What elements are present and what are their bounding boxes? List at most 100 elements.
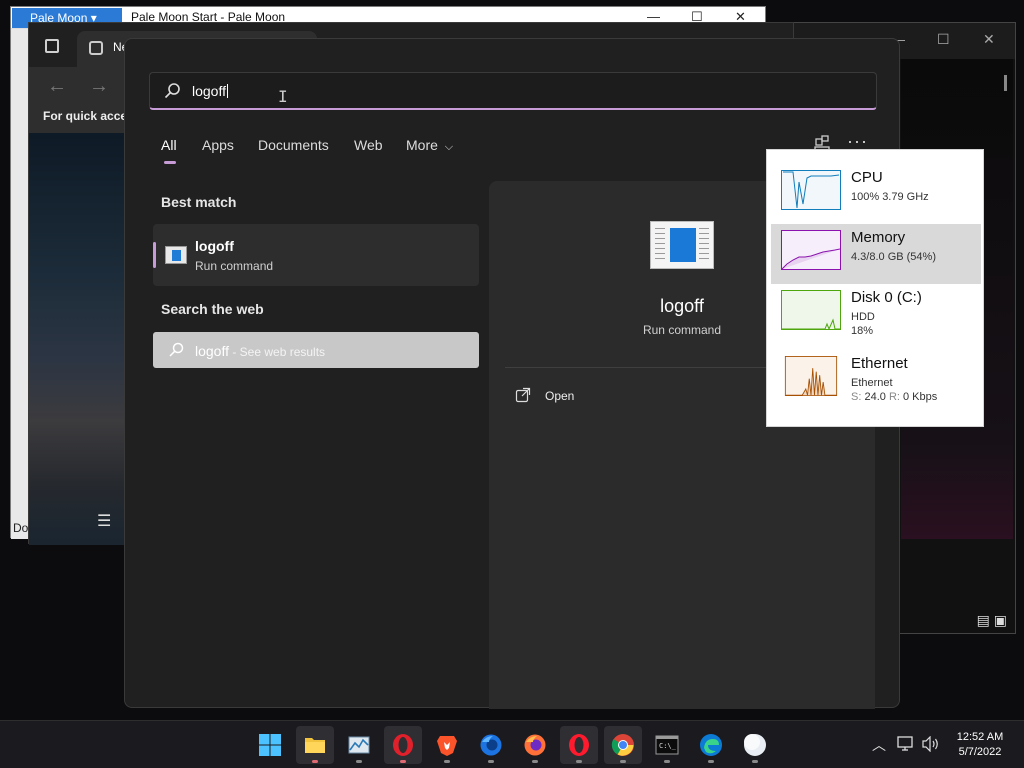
taskbar-brave[interactable] <box>428 726 466 764</box>
receive-label: R: <box>888 391 900 403</box>
best-match-subtitle: Run command <box>195 259 274 273</box>
selection-accent <box>153 242 156 268</box>
performance-summary-popup: CPU 100% 3.79 GHz Memory 4.3/8.0 GB (54%… <box>766 149 984 427</box>
text-cursor-icon: I <box>278 87 288 106</box>
web-result-suffix: - See web results <box>229 345 326 359</box>
opera-icon <box>393 734 413 756</box>
disk-graph <box>781 290 841 330</box>
maximize-icon[interactable]: ☐ <box>937 31 950 48</box>
ethernet-graph <box>784 356 838 396</box>
quick-access-text: For quick acces <box>43 109 134 123</box>
firefox-blue-icon <box>480 734 502 756</box>
open-label: Open <box>545 389 575 403</box>
send-value: 24.0 <box>861 391 889 403</box>
taskbar-opera-gx[interactable] <box>560 726 598 764</box>
perf-name: Ethernet <box>851 355 908 372</box>
pale-moon-icon <box>744 734 766 756</box>
running-indicator <box>356 760 362 763</box>
start-icon <box>259 734 281 756</box>
search-input[interactable]: logoff <box>192 83 228 99</box>
search-icon <box>164 83 180 99</box>
taskbar-task-manager[interactable] <box>340 726 378 764</box>
taskbar-edge[interactable] <box>692 726 730 764</box>
cpu-graph <box>781 170 841 210</box>
best-match-title: logoff <box>195 238 234 254</box>
chevron-up-icon[interactable]: ︿ <box>872 735 886 755</box>
system-clock[interactable]: 12:52 AM 5/7/2022 <box>946 730 1014 760</box>
forward-arrow-icon[interactable]: → <box>89 75 109 98</box>
web-result-text: logoff - See web results <box>195 343 325 359</box>
running-indicator <box>752 760 758 763</box>
file-explorer-icon <box>305 738 325 753</box>
palemoon-status-text: Do <box>13 521 29 535</box>
edge-icon <box>700 734 722 756</box>
run-command-icon <box>165 246 187 264</box>
receive-value: 0 Kbps <box>899 391 938 403</box>
taskbar: C:\_ ︿ 12:52 AM 5/7/2022 <box>0 720 1024 768</box>
running-indicator <box>532 760 538 763</box>
taskbar-file-explorer[interactable] <box>296 726 334 764</box>
open-icon <box>515 387 531 403</box>
run-command-large-icon <box>650 221 714 269</box>
chrome-icon <box>611 734 634 756</box>
palemoon-side-strip <box>11 29 29 539</box>
perf-detail: Ethernet <box>851 377 893 389</box>
task-manager-icon <box>348 736 370 754</box>
search-web-heading: Search the web <box>161 301 264 317</box>
perf-item-cpu[interactable]: CPU 100% 3.79 GHz <box>771 164 981 224</box>
volume-icon[interactable] <box>922 736 940 752</box>
scrollbar-thumb[interactable] <box>1004 75 1007 91</box>
perf-detail-secondary: 18% <box>851 325 874 337</box>
taskbar-chrome[interactable] <box>604 726 642 764</box>
back-arrow-icon[interactable]: ← <box>47 75 67 98</box>
perf-item-memory[interactable]: Memory 4.3/8.0 GB (54%) <box>771 224 981 284</box>
tab-more-label: More <box>406 137 438 153</box>
perf-name: CPU <box>851 169 883 186</box>
taskbar-pale-moon[interactable] <box>736 726 774 764</box>
memory-graph <box>781 230 841 270</box>
running-indicator <box>312 760 318 763</box>
perf-detail: 4.3/8.0 GB (54%) <box>851 251 936 263</box>
network-icon[interactable] <box>897 736 915 752</box>
tab-documents[interactable]: Documents <box>258 137 329 153</box>
tab-web[interactable]: Web <box>354 137 383 153</box>
taskbar-firefox[interactable] <box>516 726 554 764</box>
best-match-result[interactable]: logoff Run command <box>153 224 479 286</box>
hamburger-menu-icon[interactable]: ☰ <box>97 511 111 531</box>
perf-name: Memory <box>851 229 906 246</box>
running-indicator <box>620 760 626 763</box>
running-indicator <box>488 760 494 763</box>
perf-detail: HDD <box>851 311 875 323</box>
close-icon[interactable]: ✕ <box>983 31 995 48</box>
view-toggle-icons[interactable]: ▤ ▣ <box>977 612 1007 629</box>
perf-throughput: S: 24.0 R: 0 Kbps <box>851 391 937 403</box>
send-label: S: <box>851 391 862 403</box>
web-result-query: logoff <box>195 343 229 359</box>
opera-gx-icon <box>569 734 589 756</box>
running-indicator <box>708 760 714 763</box>
running-indicator <box>664 760 670 763</box>
perf-item-ethernet[interactable]: Ethernet Ethernet S: 24.0 R: 0 Kbps <box>771 350 981 410</box>
tab-actions-icon[interactable] <box>45 39 59 53</box>
tab-more[interactable]: More ⌵ <box>406 137 453 154</box>
start-button[interactable] <box>251 726 289 764</box>
perf-detail: 100% 3.79 GHz <box>851 191 929 203</box>
taskbar-terminal[interactable]: C:\_ <box>648 726 686 764</box>
running-indicator <box>400 760 406 763</box>
taskbar-opera[interactable] <box>384 726 422 764</box>
best-match-heading: Best match <box>161 194 237 210</box>
taskbar-firefox-developer[interactable] <box>472 726 510 764</box>
tab-all[interactable]: All <box>161 137 177 153</box>
firefox-icon <box>524 734 546 756</box>
search-box[interactable]: logoff <box>149 72 877 110</box>
running-indicator <box>576 760 582 763</box>
perf-item-disk[interactable]: Disk 0 (C:) HDD 18% <box>771 284 981 344</box>
clock-date: 5/7/2022 <box>958 746 1002 758</box>
clock-time: 12:52 AM <box>956 731 1004 743</box>
brave-icon <box>437 736 457 756</box>
tab-apps[interactable]: Apps <box>202 137 234 153</box>
web-search-result[interactable]: logoff - See web results <box>153 332 479 368</box>
search-icon <box>169 342 184 357</box>
open-action[interactable]: Open <box>515 387 715 407</box>
active-tab-indicator <box>164 161 176 164</box>
